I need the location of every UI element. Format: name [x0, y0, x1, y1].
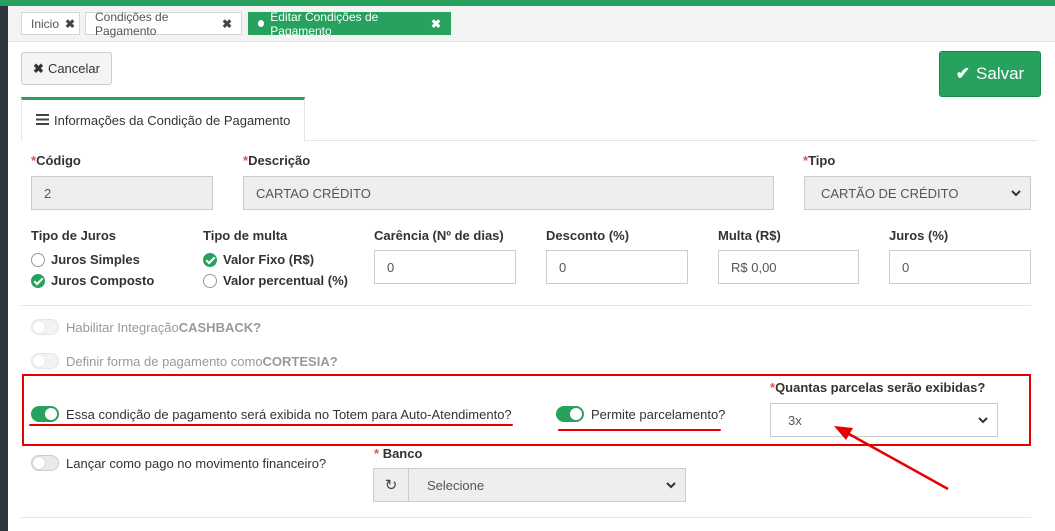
totem-toggle[interactable]: [31, 406, 59, 422]
desconto-label: Desconto (%): [546, 228, 630, 243]
juros-label: Juros (%): [889, 228, 949, 243]
section-title: Informações da Condição de Pagamento: [54, 113, 291, 128]
close-icon[interactable]: ✖: [431, 17, 441, 31]
radio-valor-percentual[interactable]: Valor percentual (%): [203, 273, 348, 288]
tab-bar: Inicio ✖ Condições de Pagamento ✖ Editar…: [8, 6, 1055, 42]
cancel-label: Cancelar: [47, 61, 100, 76]
radio-valor-fixo[interactable]: Valor Fixo (R$): [203, 252, 314, 267]
multa-field[interactable]: R$ 0,00: [718, 250, 859, 284]
tab-label: Condições de Pagamento: [95, 9, 169, 38]
tipo-juros-label: Tipo de Juros: [31, 228, 116, 243]
totem-toggle-row[interactable]: Essa condição de pagamento será exibida …: [31, 406, 512, 422]
cashback-toggle[interactable]: [31, 319, 59, 335]
descricao-field[interactable]: CARTAO CRÉDITO: [243, 176, 774, 210]
parcelamento-toggle-row[interactable]: Permite parcelamento?: [556, 406, 725, 422]
parcelamento-toggle[interactable]: [556, 406, 584, 422]
tab-inicio[interactable]: Inicio ✖: [21, 12, 80, 35]
annotation-underline: [29, 424, 513, 426]
tab-editar-condicoes[interactable]: Editar Condições de Pagamento ✖: [248, 9, 451, 38]
banco-label: * Banco: [374, 446, 423, 461]
carencia-field[interactable]: 0: [374, 250, 516, 284]
divider: [21, 517, 1031, 518]
close-icon[interactable]: ✖: [65, 17, 75, 31]
banco-select[interactable]: Selecione: [408, 468, 686, 502]
tab-condicoes-pagamento[interactable]: Condições de Pagamento ✖: [85, 9, 242, 38]
cancel-button[interactable]: ✖ Cancelar: [21, 52, 112, 85]
multa-label: Multa (R$): [718, 228, 781, 243]
lancar-toggle-row[interactable]: Lançar como pago no movimento financeiro…: [31, 455, 326, 471]
active-dot-icon: [258, 20, 265, 27]
sidebar-edge: [0, 6, 8, 531]
cashback-toggle-row[interactable]: Habilitar Integração CASHBACK?: [31, 319, 261, 335]
cortesia-toggle-row[interactable]: Definir forma de pagamento como CORTESIA…: [31, 353, 338, 369]
codigo-label: *Código: [31, 153, 81, 168]
parcelas-select[interactable]: 3x: [770, 403, 998, 437]
chevron-down-icon: [978, 417, 988, 424]
lancar-toggle[interactable]: [31, 455, 59, 471]
save-button[interactable]: ✔ Salvar: [939, 51, 1041, 97]
annotation-underline: [558, 429, 721, 431]
close-icon: ✖: [33, 60, 44, 76]
list-icon: [36, 113, 49, 128]
chevron-down-icon: [666, 482, 676, 489]
main-content: ✖ Cancelar ✔ Salvar Informações da Condi…: [8, 42, 1055, 531]
descricao-label: *Descrição: [243, 153, 311, 168]
tipo-label: *Tipo: [803, 153, 836, 168]
tab-label: Editar Condições de Pagamento: [270, 9, 379, 38]
refresh-icon[interactable]: ↻: [373, 468, 409, 502]
carencia-label: Carência (Nº de dias): [374, 228, 504, 243]
tipo-multa-label: Tipo de multa: [203, 228, 288, 243]
tab-label: Inicio: [31, 16, 60, 31]
tab-informacoes[interactable]: Informações da Condição de Pagamento: [21, 97, 305, 141]
radio-juros-composto[interactable]: Juros Composto: [31, 273, 154, 288]
cortesia-toggle[interactable]: [31, 353, 59, 369]
parcelas-label: *Quantas parcelas serão exibidas?: [770, 380, 986, 395]
radio-juros-simples[interactable]: Juros Simples: [31, 252, 140, 267]
desconto-field[interactable]: 0: [546, 250, 688, 284]
divider: [305, 140, 1037, 141]
close-icon[interactable]: ✖: [222, 17, 232, 31]
juros-field[interactable]: 0: [889, 250, 1031, 284]
codigo-field[interactable]: 2: [31, 176, 213, 210]
save-label: Salvar: [976, 64, 1025, 83]
chevron-down-icon: [1011, 190, 1021, 197]
divider: [21, 305, 1031, 306]
check-icon: ✔: [955, 64, 971, 83]
tipo-select[interactable]: CARTÃO DE CRÉDITO: [804, 176, 1031, 210]
